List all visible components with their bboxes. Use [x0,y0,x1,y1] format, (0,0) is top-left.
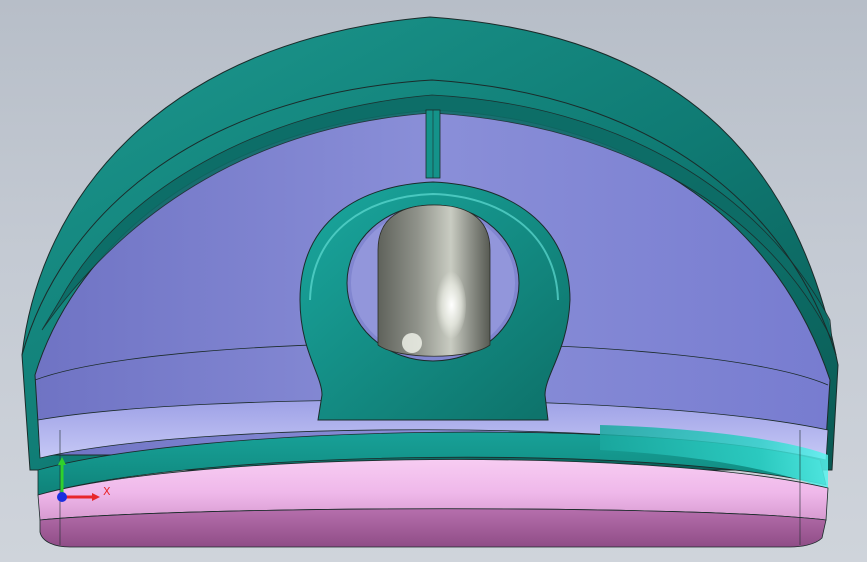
base-plate-bottom [39,508,827,548]
3d-viewport[interactable]: X [0,0,867,562]
x-axis-label: X [103,485,110,498]
pin [377,204,491,357]
model-render[interactable] [0,0,867,562]
z-axis-dot [57,492,67,502]
pin-highlight [434,271,466,339]
coordinate-triad: X [57,457,110,502]
